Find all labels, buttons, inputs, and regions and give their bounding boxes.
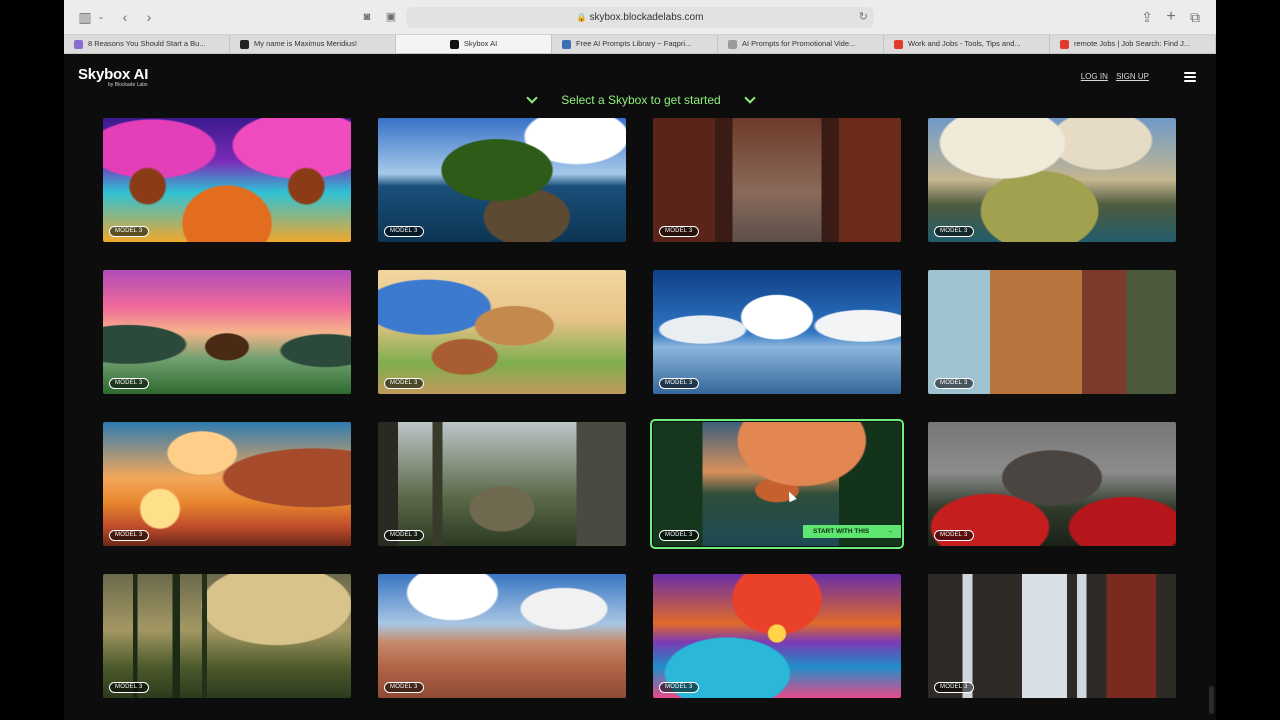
model-badge: MODEL 3: [109, 530, 149, 541]
tab-label: 8 Reasons You Should Start a Bu...: [88, 39, 206, 48]
model-badge: MODEL 3: [384, 530, 424, 541]
tab-label: Free AI Prompts Library ~ Faqpri...: [576, 39, 692, 48]
favicon-icon: [74, 39, 83, 49]
chevron-down-icon: [526, 92, 538, 104]
back-icon[interactable]: ‹: [119, 8, 131, 26]
screenshot-icon[interactable]: ◙: [360, 8, 374, 26]
tab-label: My name is Maximus Meridius!: [254, 39, 357, 48]
model-badge: MODEL 3: [659, 682, 699, 693]
model-badge: MODEL 3: [934, 378, 974, 389]
skybox-card[interactable]: MODEL 3: [928, 118, 1176, 242]
forward-icon[interactable]: ›: [143, 8, 155, 26]
chevron-down-icon: [744, 92, 756, 104]
site-header: Skybox AI by Blockade Labs LOG IN SIGN U…: [64, 54, 1216, 107]
skybox-selector[interactable]: Select a Skybox to get started: [526, 92, 756, 108]
favicon-icon: [894, 39, 903, 49]
tab-label: Skybox AI: [463, 39, 498, 48]
skybox-card[interactable]: MODEL 3: [928, 574, 1176, 698]
tab-label: remote Jobs | Job Search: Find J...: [1074, 39, 1191, 48]
skybox-gallery: MODEL 3 MODEL 3 MODEL 3 MODEL 3 MODEL 3 MODEL…: [103, 118, 1177, 698]
favicon-icon: [728, 39, 737, 49]
model-badge: MODEL 3: [384, 682, 424, 693]
browser-toolbar: ▥ ⌄ ‹ › ◙ ▣ 🔒 skybox.blockadelabs.com ↻ ⇪…: [64, 0, 1216, 35]
browser-tab[interactable]: AI Prompts for Promotional Vide...: [718, 35, 884, 53]
share-icon[interactable]: ⇪: [1140, 8, 1154, 26]
model-badge: MODEL 3: [934, 226, 974, 237]
sidebar-toggle-icon[interactable]: ▥: [78, 8, 92, 26]
skybox-card[interactable]: MODEL 3: [928, 270, 1176, 394]
favicon-icon: [240, 39, 249, 49]
scrollbar-thumb[interactable]: [1209, 686, 1214, 714]
model-badge: MODEL 3: [934, 682, 974, 693]
browser-window: ▥ ⌄ ‹ › ◙ ▣ 🔒 skybox.blockadelabs.com ↻ ⇪…: [64, 0, 1216, 720]
model-badge: MODEL 3: [109, 682, 149, 693]
tab-label: AI Prompts for Promotional Vide...: [742, 39, 856, 48]
model-badge: MODEL 3: [384, 226, 424, 237]
skybox-card[interactable]: MODEL 3: [103, 574, 351, 698]
model-badge: MODEL 3: [109, 226, 149, 237]
browser-tab[interactable]: My name is Maximus Meridius!: [230, 35, 396, 53]
record-icon[interactable]: ▣: [384, 8, 398, 26]
signup-link[interactable]: SIGN UP: [1116, 72, 1149, 81]
skybox-card[interactable]: MODEL 3: [103, 118, 351, 242]
model-badge: MODEL 3: [934, 530, 974, 541]
skybox-card[interactable]: MODEL 3: [103, 270, 351, 394]
arrow-right-icon: →: [886, 528, 894, 535]
skybox-card[interactable]: MODEL 3: [103, 422, 351, 546]
model-badge: MODEL 3: [109, 378, 149, 389]
skybox-card[interactable]: MODEL 3: [928, 422, 1176, 546]
favicon-icon: [562, 39, 571, 49]
skybox-card[interactable]: MODEL 3: [378, 270, 626, 394]
logo-subtitle: by Blockade Labs: [108, 82, 148, 88]
selector-label: Select a Skybox to get started: [561, 93, 721, 107]
tab-bar: 8 Reasons You Should Start a Bu... My nam…: [64, 35, 1216, 54]
model-badge: MODEL 3: [384, 378, 424, 389]
browser-tab[interactable]: remote Jobs | Job Search: Find J...: [1050, 35, 1216, 53]
model-badge: MODEL 3: [659, 226, 699, 237]
chevron-down-icon[interactable]: ⌄: [97, 8, 105, 26]
logo-title: Skybox AI: [78, 66, 149, 83]
tab-label: Work and Jobs - Tools, Tips and...: [908, 39, 1021, 48]
login-link[interactable]: LOG IN: [1081, 72, 1108, 81]
auth-links: LOG IN SIGN UP: [1075, 72, 1149, 81]
skybox-card[interactable]: MODEL 3: [653, 118, 901, 242]
skybox-card[interactable]: MODEL 3: [653, 574, 901, 698]
model-badge: MODEL 3: [659, 530, 699, 541]
address-bar[interactable]: 🔒 skybox.blockadelabs.com ↻: [406, 7, 874, 28]
start-label: START WITH THIS: [813, 528, 870, 535]
skybox-card[interactable]: MODEL 3 START WITH THIS →: [650, 419, 904, 549]
reload-icon[interactable]: ↻: [859, 7, 868, 28]
skybox-card[interactable]: MODEL 3: [378, 118, 626, 242]
skybox-card[interactable]: MODEL 3: [378, 574, 626, 698]
start-with-this-button[interactable]: START WITH THIS →: [803, 525, 901, 538]
browser-tab[interactable]: Skybox AI: [396, 35, 552, 53]
favicon-icon: [1060, 39, 1069, 49]
lock-icon: 🔒: [576, 13, 587, 22]
browser-tab[interactable]: Work and Jobs - Tools, Tips and...: [884, 35, 1050, 53]
skybox-logo[interactable]: Skybox AI by Blockade Labs: [78, 66, 148, 88]
favicon-icon: [449, 39, 459, 49]
tab-overview-icon[interactable]: ⧉: [1188, 8, 1202, 26]
skybox-card[interactable]: MODEL 3: [653, 270, 901, 394]
skybox-card[interactable]: MODEL 3: [378, 422, 626, 546]
browser-tab[interactable]: Free AI Prompts Library ~ Faqpri...: [552, 35, 718, 53]
browser-tab[interactable]: 8 Reasons You Should Start a Bu...: [64, 35, 230, 53]
model-badge: MODEL 3: [659, 378, 699, 389]
menu-icon[interactable]: [1184, 72, 1196, 82]
new-tab-icon[interactable]: +: [1164, 8, 1178, 26]
mouse-cursor-icon: [785, 489, 797, 503]
url-text: skybox.blockadelabs.com: [589, 12, 704, 23]
